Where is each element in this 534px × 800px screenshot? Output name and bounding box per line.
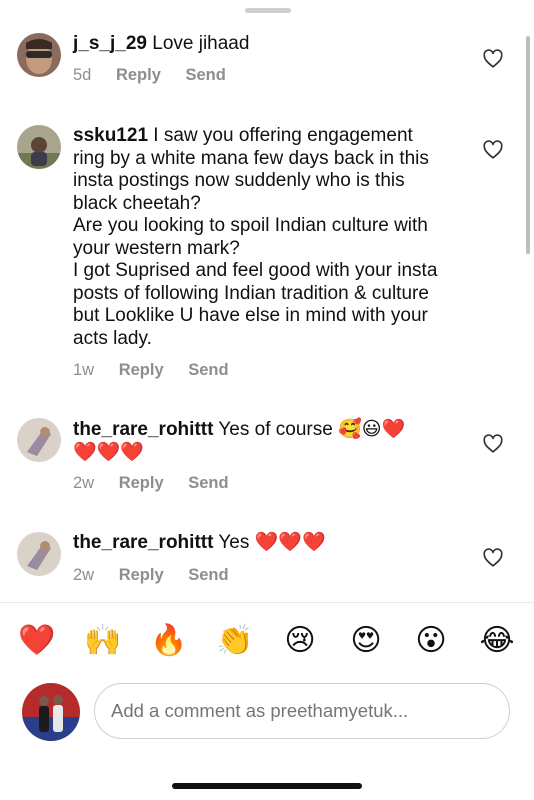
comment-time: 2w bbox=[73, 474, 95, 492]
heart-icon[interactable] bbox=[482, 139, 504, 161]
comment-time: 5d bbox=[73, 66, 92, 84]
reply-button[interactable]: Reply bbox=[119, 361, 164, 379]
comment-time: 1w bbox=[73, 361, 95, 379]
send-button[interactable]: Send bbox=[188, 474, 228, 492]
avatar-photo bbox=[17, 418, 61, 462]
reaction-laughing-emoji[interactable]: 😂 bbox=[479, 624, 515, 658]
comment-text: Love jihaad bbox=[152, 33, 250, 54]
avatar[interactable] bbox=[17, 125, 61, 169]
comment-text: Are you looking to spoil Indian culture … bbox=[73, 215, 428, 236]
heart-icon[interactable] bbox=[482, 433, 504, 455]
heart-icon[interactable] bbox=[482, 48, 504, 70]
divider bbox=[0, 602, 534, 603]
comment-text: posts of following Indian tradition & cu… bbox=[73, 282, 429, 304]
reaction-surprised-emoji[interactable]: 😮 bbox=[413, 624, 449, 658]
scrollbar[interactable] bbox=[526, 36, 530, 254]
avatar[interactable] bbox=[17, 33, 61, 77]
avatar-photo bbox=[17, 33, 61, 77]
comment-text: acts lady. bbox=[73, 327, 152, 349]
avatar-photo bbox=[17, 532, 61, 576]
comment-username[interactable]: the_rare_rohittt bbox=[73, 532, 213, 553]
reaction-fire-emoji[interactable]: 🔥 bbox=[150, 624, 187, 658]
comment-text: your western mark? bbox=[73, 237, 240, 259]
reaction-raised-hands-emoji[interactable]: 🙌 bbox=[84, 624, 121, 658]
comment-text: insta postings now suddenly who is this bbox=[73, 170, 405, 191]
quick-reactions-bar: ❤️ 🙌 🔥 👏 😢 😍 😮 😂 bbox=[0, 624, 534, 658]
comment-text: black cheetah? bbox=[73, 192, 201, 214]
send-button[interactable]: Send bbox=[185, 66, 225, 84]
comment-text: Yes ❤️❤️❤️ bbox=[218, 532, 326, 553]
avatar-photo bbox=[22, 683, 80, 741]
comment-text: ring by a white mana few days back in th… bbox=[73, 147, 429, 169]
comment-time: 2w bbox=[73, 566, 95, 584]
avatar-photo bbox=[17, 125, 61, 169]
comment-text: I saw you offering engagement bbox=[153, 125, 413, 146]
send-button[interactable]: Send bbox=[188, 361, 228, 379]
avatar[interactable] bbox=[17, 418, 61, 462]
comment-text: but Looklike U have else in mind with yo… bbox=[73, 305, 428, 326]
reaction-clap-emoji[interactable]: 👏 bbox=[216, 624, 253, 658]
comment-text: Yes of course 🥰😃❤️ bbox=[218, 419, 406, 440]
add-comment-input[interactable] bbox=[94, 683, 510, 739]
reaction-heart-eyes-emoji[interactable]: 😍 bbox=[348, 624, 384, 658]
reaction-crying-emoji[interactable]: 😢 bbox=[282, 624, 318, 658]
comment-username[interactable]: ssku121 bbox=[73, 125, 148, 146]
comment-text: ❤️❤️❤️ bbox=[73, 441, 144, 463]
comment-username[interactable]: the_rare_rohittt bbox=[73, 419, 213, 440]
reaction-heart-emoji[interactable]: ❤️ bbox=[18, 624, 55, 658]
heart-icon[interactable] bbox=[482, 547, 504, 569]
reply-button[interactable]: Reply bbox=[116, 66, 161, 84]
reply-button[interactable]: Reply bbox=[119, 566, 164, 584]
drag-handle-icon[interactable] bbox=[245, 8, 291, 13]
avatar[interactable] bbox=[17, 532, 61, 576]
send-button[interactable]: Send bbox=[188, 566, 228, 584]
home-indicator[interactable] bbox=[172, 783, 362, 789]
current-user-avatar bbox=[22, 683, 80, 741]
reply-button[interactable]: Reply bbox=[119, 474, 164, 492]
comment-username[interactable]: j_s_j_29 bbox=[73, 33, 147, 54]
comment-text: I got Suprised and feel good with your i… bbox=[73, 260, 438, 281]
